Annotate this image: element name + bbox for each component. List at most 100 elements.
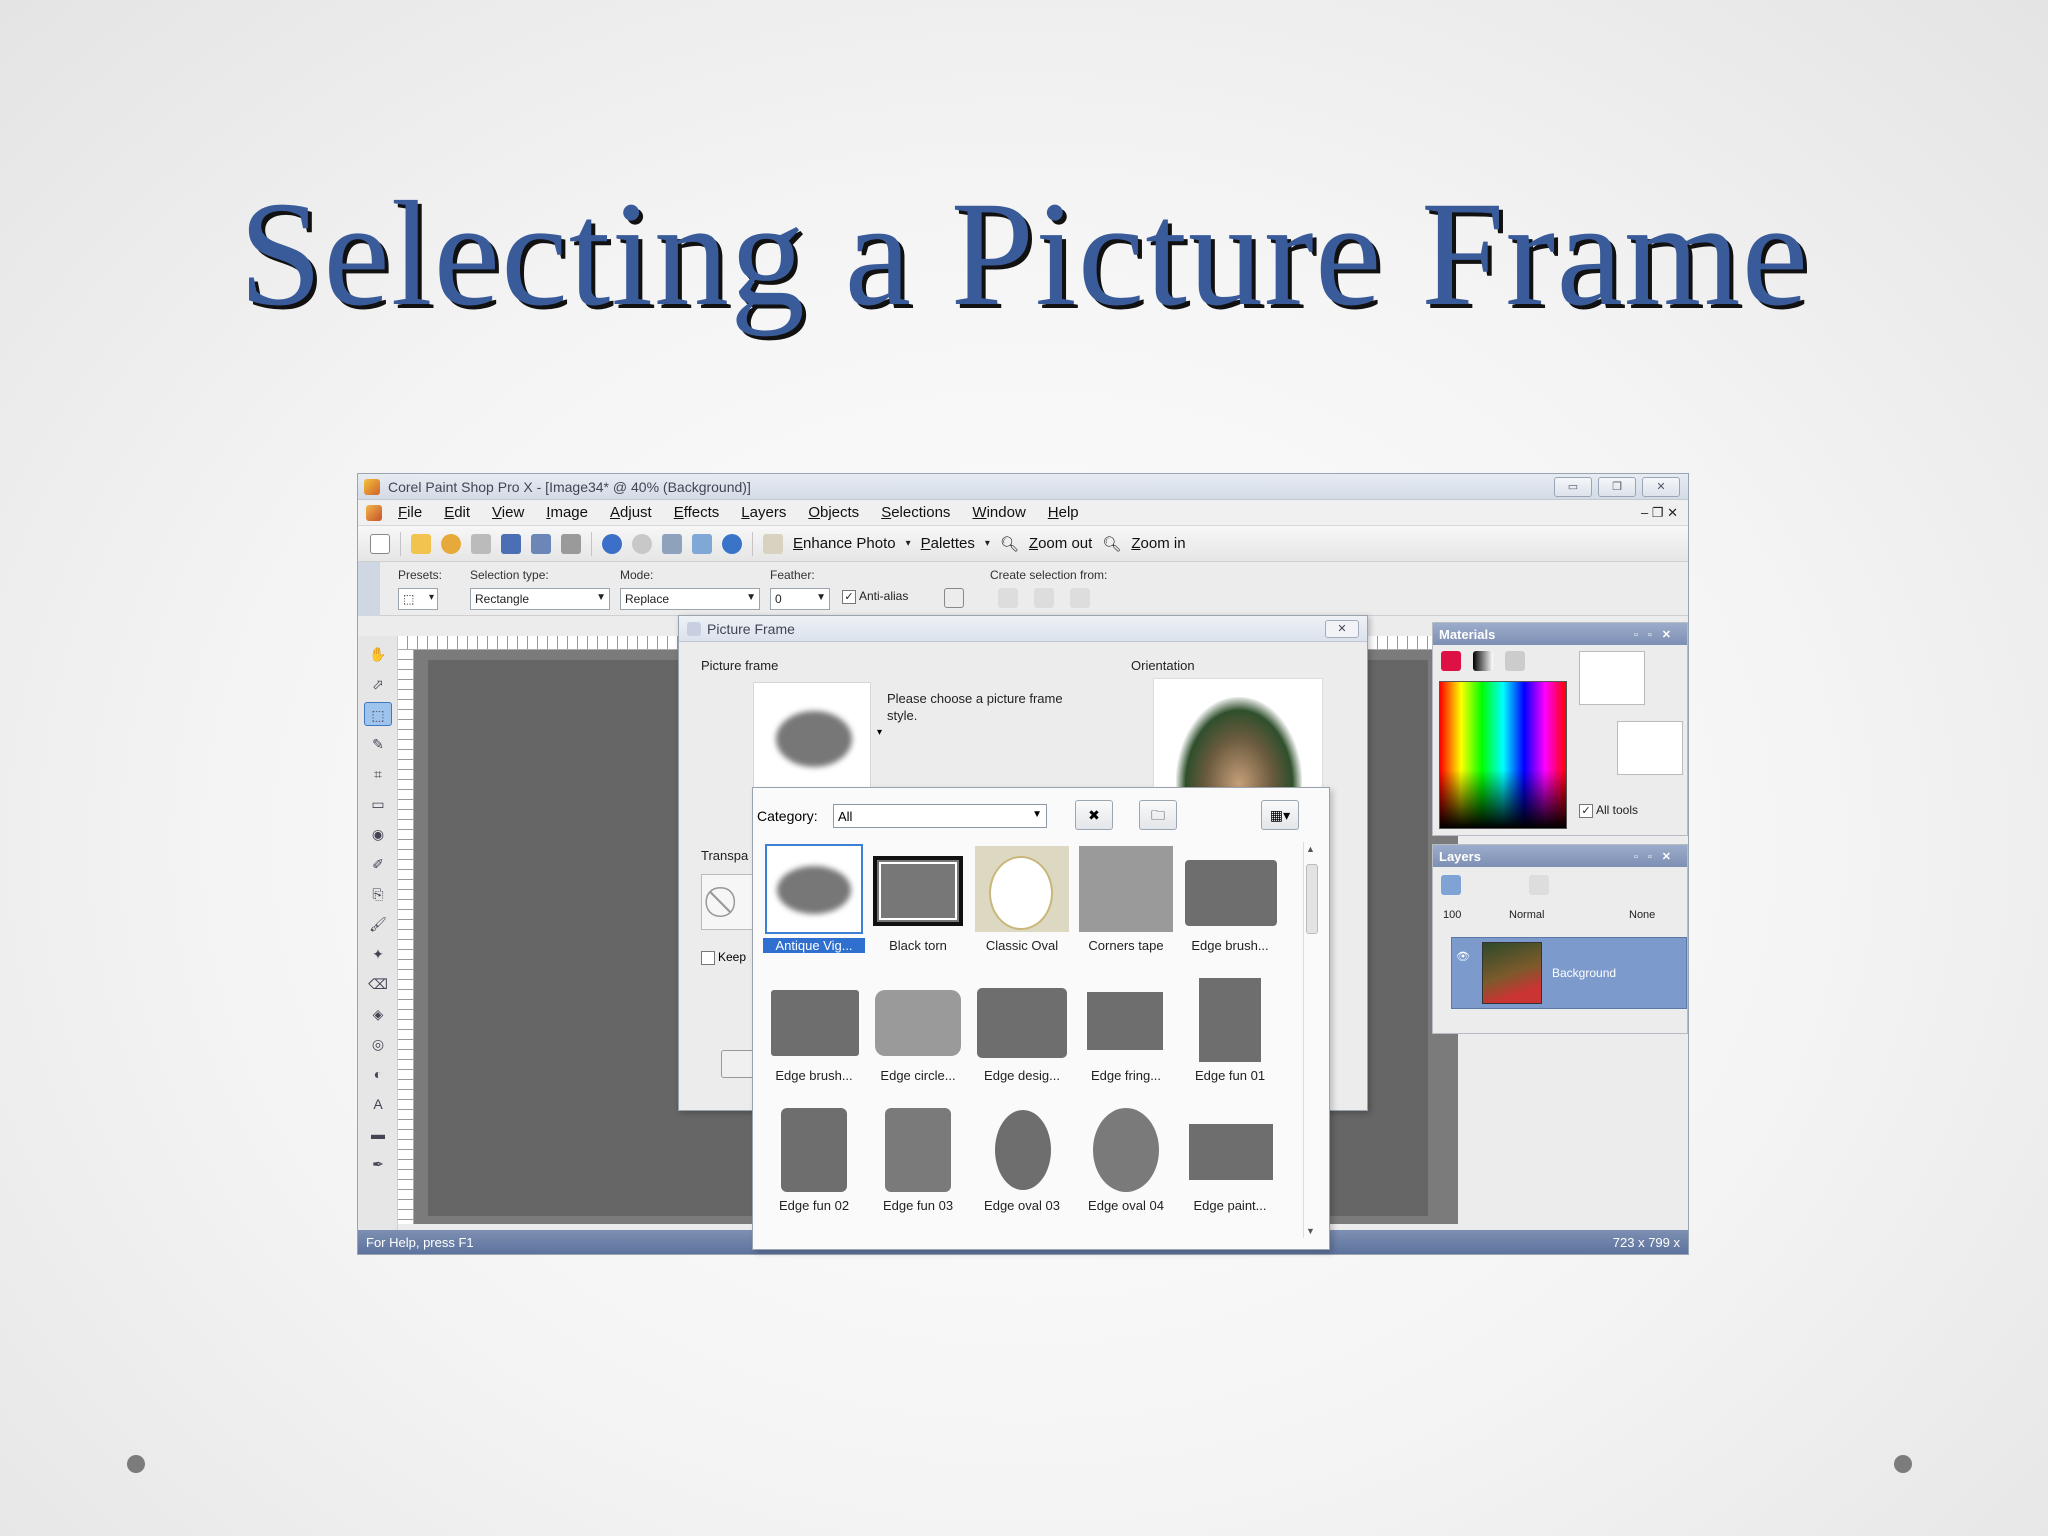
frame-item[interactable]: Edge brush... [1179, 842, 1281, 970]
redo-icon[interactable] [632, 533, 652, 554]
zoom-in-button[interactable]: Zoom in [1131, 535, 1185, 552]
menu-selections[interactable]: Selections [881, 504, 950, 521]
presets-dropdown[interactable]: ⬚ ▾ [398, 588, 438, 610]
pan-tool-icon[interactable]: ✋ [364, 642, 392, 666]
dialog-close-button[interactable]: ✕ [1325, 619, 1359, 638]
makeover-tool-icon[interactable]: ✐ [364, 852, 392, 876]
text-tool-icon[interactable]: A [364, 1092, 392, 1116]
menu-help[interactable]: Help [1048, 504, 1079, 521]
print-icon[interactable] [561, 533, 581, 554]
frame-item[interactable]: Corners tape [1075, 842, 1177, 970]
view-mode-icon[interactable]: ▦▾ [1261, 800, 1299, 830]
keep-checkbox[interactable]: Keep [701, 950, 746, 965]
background-swatch[interactable] [1617, 721, 1683, 775]
shape-tool-icon[interactable]: ▬ [364, 1122, 392, 1146]
frame-item[interactable]: Edge desig... [971, 972, 1073, 1100]
dodge-tool-icon[interactable]: ✦ [364, 942, 392, 966]
tool-options-grip[interactable] [358, 562, 380, 616]
category-dropdown[interactable]: All ▼ [833, 804, 1047, 828]
menu-view[interactable]: View [492, 504, 524, 521]
new-layer-icon[interactable] [1441, 875, 1461, 895]
menu-edit[interactable]: Edit [444, 504, 470, 521]
frame-item[interactable]: Edge paint... [1179, 1102, 1281, 1230]
minimize-button[interactable]: ▭ [1554, 476, 1592, 497]
document-window-controls[interactable]: – ❐ ✕ [1641, 505, 1688, 521]
scroll-up-icon[interactable]: ▲ [1306, 844, 1315, 854]
marquee-icon[interactable] [944, 588, 964, 608]
pattern-tab-icon[interactable] [1505, 651, 1525, 671]
layer-opacity-value[interactable]: 100 [1443, 909, 1461, 921]
menu-window[interactable]: Window [972, 504, 1025, 521]
mode-dropdown[interactable]: Replace ▼ [620, 588, 760, 610]
selection-from-mask-icon[interactable] [1070, 588, 1090, 608]
layers-palette-header[interactable]: Layers ▫▫✕ [1433, 845, 1687, 867]
layer-row-background[interactable]: 👁︎ Background [1451, 937, 1687, 1009]
dialog-titlebar[interactable]: Picture Frame ✕ [679, 616, 1367, 642]
frame-item[interactable]: Edge brush... [763, 972, 865, 1100]
mask-value[interactable]: None [1629, 909, 1655, 921]
frame-item[interactable]: Edge oval 04 [1075, 1102, 1177, 1230]
dropper-tool-icon[interactable]: ✎ [364, 732, 392, 756]
frame-item[interactable]: Antique Vig... [763, 842, 865, 970]
scroll-down-icon[interactable]: ▼ [1306, 1226, 1315, 1236]
selection-type-dropdown[interactable]: Rectangle ▼ [470, 588, 610, 610]
zoom-out-button[interactable]: Zoom out [1029, 535, 1092, 552]
frame-item[interactable]: Edge oval 03 [971, 1102, 1073, 1230]
maximize-button[interactable]: ❐ [1598, 476, 1636, 497]
color-spectrum[interactable] [1439, 681, 1567, 829]
frame-item[interactable]: Edge fun 03 [867, 1102, 969, 1230]
selection-from-layer-icon[interactable] [998, 588, 1018, 608]
palettes-menu[interactable]: Palettes [921, 535, 975, 552]
frame-item[interactable]: Edge fun 01 [1179, 972, 1281, 1100]
fill-tool-icon[interactable]: ◈ [364, 1002, 392, 1026]
all-tools-checkbox[interactable]: ✓ All tools [1579, 803, 1638, 818]
gallery-scrollbar[interactable]: ▲ ▼ [1303, 842, 1319, 1238]
color-replacer-tool-icon[interactable]: ◐ [364, 1062, 392, 1086]
enhance-photo-menu[interactable]: Enhance Photo [793, 535, 896, 552]
new-file-icon[interactable] [370, 533, 390, 554]
clone-tool-icon[interactable]: ⎘ [364, 882, 392, 906]
frame-preview-dropdown[interactable]: ▾ [753, 682, 882, 792]
menu-layers[interactable]: Layers [741, 504, 786, 521]
anti-alias-checkbox[interactable]: ✓ Anti-alias [842, 589, 908, 604]
menu-image[interactable]: Image [546, 504, 588, 521]
eye-icon[interactable]: 👁︎ [1456, 950, 1470, 963]
scan-icon[interactable] [471, 533, 491, 554]
delete-frame-icon[interactable]: ✖ [1075, 800, 1113, 830]
selection-from-image-icon[interactable] [1034, 588, 1054, 608]
undo-icon[interactable] [602, 533, 622, 554]
blend-mode-value[interactable]: Normal [1509, 909, 1544, 921]
frame-item[interactable]: Black torn [867, 842, 969, 970]
straighten-tool-icon[interactable]: ▭ [364, 792, 392, 816]
red-eye-tool-icon[interactable]: ◉ [364, 822, 392, 846]
camera-icon[interactable] [692, 533, 712, 554]
menu-objects[interactable]: Objects [808, 504, 859, 521]
selection-tool-icon[interactable]: ⬚ [364, 702, 392, 726]
browse-icon[interactable] [441, 533, 461, 554]
frame-item[interactable]: Classic Oval [971, 842, 1073, 970]
open-folder-icon[interactable] [411, 533, 431, 554]
swatch-tab-icon[interactable] [1441, 651, 1461, 671]
pen-tool-icon[interactable]: ✒ [364, 1152, 392, 1176]
crop-tool-icon[interactable]: ⌗ [364, 762, 392, 786]
menu-effects[interactable]: Effects [674, 504, 720, 521]
foreground-swatch[interactable] [1579, 651, 1645, 705]
materials-palette-header[interactable]: Materials ▫▫✕ [1433, 623, 1687, 645]
feather-input[interactable]: 0 ▼ [770, 588, 830, 610]
frame-item[interactable]: Edge fring... [1075, 972, 1177, 1100]
eraser-tool-icon[interactable]: ⌫ [364, 972, 392, 996]
close-button[interactable]: ✕ [1642, 476, 1680, 497]
no-transparency-icon[interactable]: ⃠ [701, 874, 753, 930]
scrollbar-thumb[interactable] [1306, 864, 1318, 934]
save-as-icon[interactable] [531, 533, 551, 554]
save-icon[interactable] [501, 533, 521, 554]
picture-tube-tool-icon[interactable]: ◎ [364, 1032, 392, 1056]
frame-item[interactable]: Edge circle... [867, 972, 969, 1100]
info-icon[interactable] [722, 533, 742, 554]
chevron-down-icon[interactable]: ▾ [877, 727, 882, 738]
document-icon[interactable] [366, 504, 382, 521]
frame-item[interactable]: Edge fun 02 [763, 1102, 865, 1230]
crop-icon[interactable] [662, 533, 682, 554]
file-locations-icon[interactable]: 🗀 [1139, 800, 1177, 830]
layer-properties-icon[interactable] [1529, 875, 1549, 895]
